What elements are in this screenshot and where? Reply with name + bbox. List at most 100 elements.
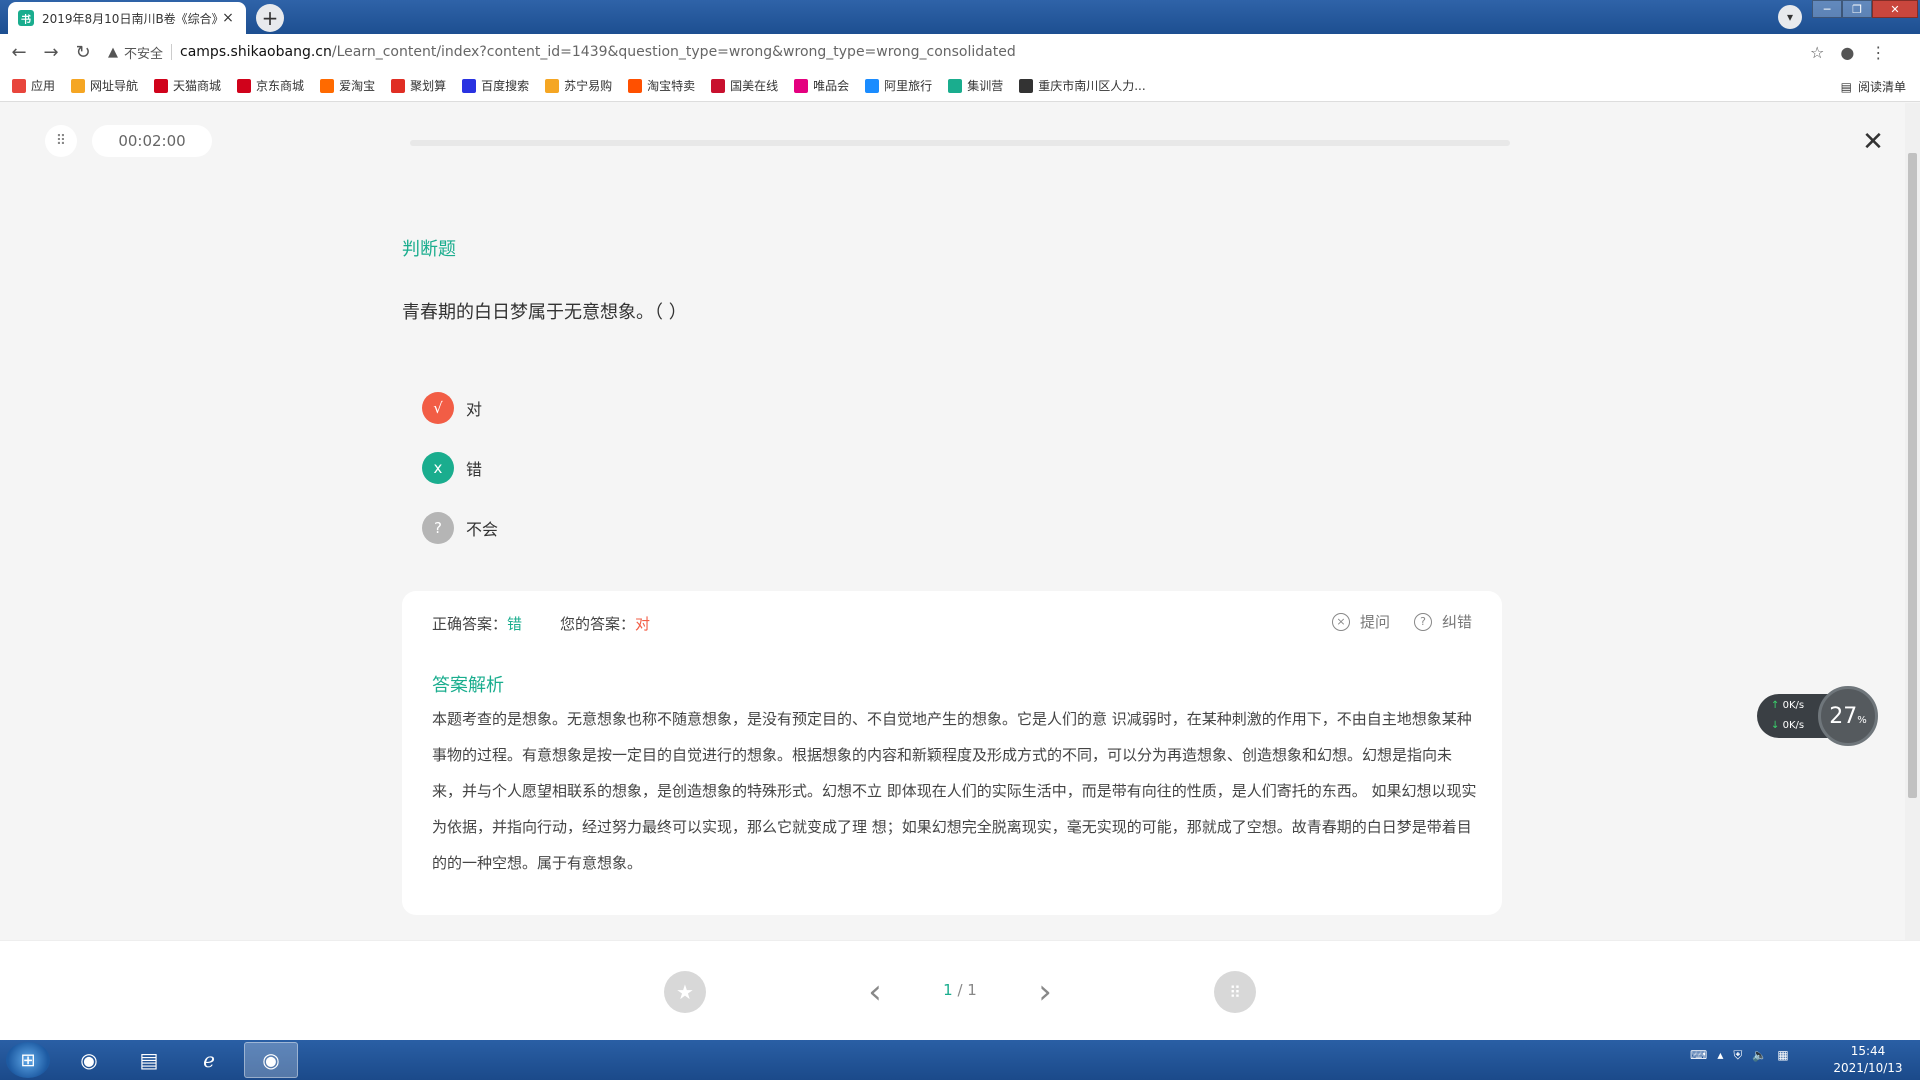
bookmark-label: 京东商城 <box>256 79 305 93</box>
options-list: √ 对 x 错? 不会 <box>422 378 498 558</box>
analysis-text: 本题考查的是想象。无意想象也称不随意想象，是没有预定目的、不自觉地产生的想象。它… <box>432 710 1477 872</box>
answer-card: 正确答案：错 您的答案：对 × 提问 ? 纠错 答案解析 本题考查的是想象。无意… <box>402 591 1502 915</box>
page-scrollbar[interactable] <box>1905 103 1920 940</box>
volume-icon[interactable]: 🔈 <box>1752 1048 1767 1063</box>
bookmark-item[interactable]: 淘宝特卖 <box>628 77 695 94</box>
correct-answer-label: 正确答案： <box>432 615 508 633</box>
taskbar-clock[interactable]: 15:44 2021/10/13 <box>1828 1043 1908 1077</box>
profile-avatar-icon[interactable]: ● <box>1840 43 1854 62</box>
report-label: 纠错 <box>1441 613 1472 631</box>
quiz-topbar: ⠿ 00:02:00 ✕ <box>0 103 1920 183</box>
new-tab-button[interactable]: + <box>256 4 284 32</box>
pager-current: 1 <box>943 981 953 999</box>
url-bar[interactable]: ▲ 不安全 camps.shikaobang.cn /Learn_content… <box>108 38 1808 66</box>
close-icon[interactable]: ✕ <box>1858 127 1888 157</box>
window-close-icon[interactable]: ✕ <box>1872 0 1918 18</box>
option-item[interactable]: x错 <box>422 438 498 498</box>
download-speed-unit: K/s <box>1788 720 1805 731</box>
forward-arrow-icon[interactable]: → <box>38 39 64 65</box>
bookmark-item[interactable]: 京东商城 <box>237 77 304 94</box>
bookmark-item[interactable]: 重庆市南川区人力... <box>1019 77 1146 94</box>
bookmark-favicon-icon <box>320 78 335 93</box>
answer-sheet-grid-icon[interactable]: ⠿ <box>45 125 77 157</box>
warning-icon: ▲ <box>108 44 118 60</box>
usage-percent-circle[interactable]: 27% <box>1818 686 1878 746</box>
system-tray: ⌨ ▴ ⛨ 🔈 ▦ <box>1690 1048 1789 1063</box>
correct-answer-value: 错 <box>507 615 523 633</box>
answer-card-grid-icon[interactable]: ⠿ <box>1214 971 1256 1013</box>
bookmark-item[interactable]: 国美在线 <box>711 77 778 94</box>
report-error-button[interactable]: ? 纠错 <box>1413 611 1472 632</box>
url-host: camps.shikaobang.cn <box>180 44 332 60</box>
your-answer-value: 对 <box>635 615 651 633</box>
browser-tab-active[interactable]: 书 2019年8月10日南川B卷《综合》 × <box>8 2 246 34</box>
network-icon[interactable]: ▦ <box>1777 1048 1788 1063</box>
pager-separator: / <box>952 981 968 999</box>
bookmark-item[interactable]: 集训营 <box>948 77 1003 94</box>
bookmark-favicon-icon <box>545 78 560 93</box>
tab-close-icon[interactable]: × <box>220 10 236 26</box>
bookmark-item[interactable]: 百度搜索 <box>462 77 529 94</box>
bookmark-label: 阿里旅行 <box>884 79 933 93</box>
taskbar-chrome-active-icon[interactable]: ◉ <box>244 1042 298 1078</box>
tab-search-icon[interactable]: ▾ <box>1778 5 1802 29</box>
prev-question-chevron-icon[interactable]: ‹ <box>860 971 890 1013</box>
clock-date: 2021/10/13 <box>1833 1061 1903 1075</box>
upload-speed: ↑ 0K/s <box>1771 700 1804 711</box>
address-toolbar: ← → ↻ ▲ 不安全 camps.shikaobang.cn /Learn_c… <box>0 34 1920 70</box>
bookmark-item[interactable]: 聚划算 <box>391 77 446 94</box>
bookmark-item[interactable]: 应用 <box>12 77 55 94</box>
favorite-star-icon[interactable]: ★ <box>664 971 706 1013</box>
minimize-icon[interactable]: ─ <box>1812 0 1842 18</box>
bookmark-favicon-icon <box>1019 78 1034 93</box>
keyboard-icon[interactable]: ⌨ <box>1690 1048 1707 1063</box>
bookmark-favicon-icon <box>628 78 643 93</box>
security-shield-icon[interactable]: ⛨ <box>1733 1048 1742 1063</box>
bookmark-favicon-icon <box>154 78 169 93</box>
pager-total: 1 <box>967 981 977 999</box>
maximize-icon[interactable]: ❐ <box>1842 0 1872 18</box>
reload-icon[interactable]: ↻ <box>70 39 96 65</box>
window-controls: ─ ❐ ✕ <box>1812 0 1918 18</box>
bookmark-item[interactable]: 阿里旅行 <box>865 77 932 94</box>
clock-time: 15:44 <box>1850 1044 1886 1058</box>
upload-arrow-icon: ↑ <box>1771 700 1780 711</box>
bookmark-label: 国美在线 <box>730 79 779 93</box>
tab-title: 2019年8月10日南川B卷《综合》 <box>42 11 220 26</box>
question-pager: 1 / 1 <box>930 981 990 999</box>
option-badge-icon: √ <box>422 392 454 424</box>
option-item[interactable]: √ 对 <box>422 378 498 438</box>
bookmark-item[interactable]: 爱淘宝 <box>320 77 375 94</box>
scrollbar-thumb[interactable] <box>1908 153 1917 798</box>
answer-summary: 正确答案：错 您的答案：对 <box>432 613 688 634</box>
bookmark-item[interactable]: 苏宁易购 <box>545 77 612 94</box>
taskbar-explorer-icon[interactable]: ▤ <box>122 1042 176 1078</box>
option-item[interactable]: ? 不会 <box>422 498 498 558</box>
option-label: 对 <box>466 400 483 419</box>
question-circle-icon: ? <box>1413 612 1432 631</box>
ask-button[interactable]: × 提问 <box>1331 611 1390 632</box>
option-label: 不会 <box>466 520 499 539</box>
start-button-icon[interactable]: ⊞ <box>6 1042 50 1078</box>
bookmark-star-icon[interactable]: ☆ <box>1810 43 1824 62</box>
your-answer-label: 您的答案： <box>560 615 636 633</box>
back-arrow-icon[interactable]: ← <box>6 39 32 65</box>
quiz-bottom-bar: ★ ‹ 1 / 1 › ⠿ <box>0 940 1920 1043</box>
reading-list-button[interactable]: ▤ 阅读清单 <box>1841 78 1906 95</box>
url-path: /Learn_content/index?content_id=1439&que… <box>331 44 1016 60</box>
taskbar-chrome-icon[interactable]: ◉ <box>62 1042 116 1078</box>
progress-bar <box>410 140 1510 146</box>
bookmark-item[interactable]: 唯品会 <box>794 77 849 94</box>
menu-dots-icon[interactable]: ⋮ <box>1870 43 1886 62</box>
bookmark-item[interactable]: 天猫商城 <box>154 77 221 94</box>
bookmark-favicon-icon <box>865 78 880 93</box>
windows-taskbar: ⊞ ◉ ▤ ℯ ◉ ⌨ ▴ ⛨ 🔈 ▦ 15:44 2021/10/13 <box>0 1040 1920 1080</box>
bookmark-label: 天猫商城 <box>173 79 222 93</box>
bookmark-item[interactable]: 网址导航 <box>71 77 138 94</box>
tray-expand-icon[interactable]: ▴ <box>1717 1048 1723 1063</box>
taskbar-ie-icon[interactable]: ℯ <box>182 1042 236 1078</box>
bookmark-favicon-icon <box>462 78 477 93</box>
question-text: 青春期的白日梦属于无意想象。（ ） <box>402 302 687 323</box>
next-question-chevron-icon[interactable]: › <box>1030 971 1060 1013</box>
bookmark-label: 爱淘宝 <box>339 79 376 93</box>
